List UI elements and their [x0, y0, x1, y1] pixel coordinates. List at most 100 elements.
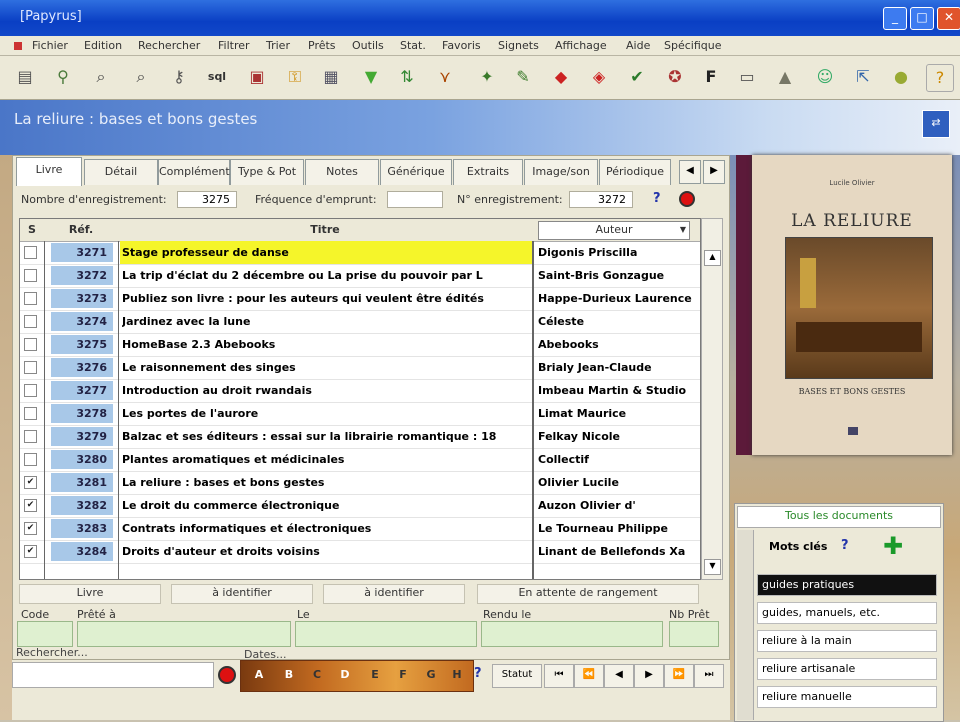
lock-icon[interactable]: ⚿ — [282, 64, 308, 90]
eraser-icon[interactable]: ◆ — [548, 64, 574, 90]
assistant-icon[interactable]: ● — [888, 64, 914, 90]
funnel-icon[interactable]: ▼ — [358, 64, 384, 90]
col-header-titre[interactable]: Titre — [118, 219, 533, 242]
menu-rechercher[interactable]: Rechercher — [138, 39, 200, 52]
users-icon[interactable]: ☺ — [812, 64, 838, 90]
font-icon[interactable]: F — [698, 64, 724, 90]
tab-livre[interactable]: Livre — [16, 157, 82, 186]
minimize-button[interactable]: _ — [883, 7, 907, 30]
add-keyword-icon[interactable]: ✚ — [883, 532, 903, 560]
record-icon[interactable] — [679, 191, 695, 207]
stats-icon[interactable]: ▲ — [772, 64, 798, 90]
tab-scroll-right[interactable]: ▶ — [703, 160, 725, 184]
tab-type-pot[interactable]: Type & Pot — [230, 159, 304, 185]
table-row[interactable]: 3273 Publiez son livre : pour les auteurs… — [20, 287, 700, 311]
sql-icon[interactable]: sql — [204, 64, 230, 90]
find-icon[interactable]: ✦ — [474, 64, 500, 90]
row-checkbox[interactable]: ✔ — [24, 545, 37, 558]
table-row[interactable]: ✔ 3283 Contrats informatiques et électroni… — [20, 517, 700, 541]
table-row[interactable]: 3275 HomeBase 2.3 Abebooks Abebooks — [20, 333, 700, 357]
status-livre[interactable]: Livre — [19, 584, 161, 604]
help-icon[interactable]: ? — [926, 64, 954, 92]
book-icon[interactable]: ▤ — [12, 64, 38, 90]
banner-toggle-button[interactable]: ⇄ — [922, 110, 950, 138]
menu-affichage[interactable]: Affichage — [555, 39, 607, 52]
tab-generique[interactable]: Générique — [380, 159, 452, 185]
rendu-le-field[interactable] — [481, 621, 663, 647]
all-documents-button[interactable]: Tous les documents — [737, 506, 941, 528]
maximize-button[interactable]: □ — [910, 7, 934, 30]
tab-extraits[interactable]: Extraits — [453, 159, 523, 185]
table-row[interactable]: 3279 Balzac et ses éditeurs : essai sur l… — [20, 425, 700, 449]
menu-specifique[interactable]: Spécifique — [664, 39, 722, 52]
table-row[interactable]: 3277 Introduction au droit rwandais Imbeau… — [20, 379, 700, 403]
printer-icon[interactable]: ▣ — [244, 64, 270, 90]
search-input[interactable] — [12, 662, 214, 688]
table-row[interactable]: ✔ 3281 La reliure : bases et bons gestes Ol… — [20, 471, 700, 495]
col-header-ref[interactable]: Réf. — [44, 219, 119, 242]
auteur-dropdown[interactable]: Auteur ▼ — [538, 221, 690, 240]
key-icon[interactable]: ⚷ — [166, 64, 192, 90]
tab-scroll-left[interactable]: ◀ — [679, 160, 701, 184]
code-field[interactable] — [17, 621, 73, 647]
menu-filtrer[interactable]: Filtrer — [218, 39, 250, 52]
row-checkbox[interactable] — [24, 384, 37, 397]
status-a-identifier-1[interactable]: à identifier — [171, 584, 313, 604]
keyword-item[interactable]: guides pratiques — [757, 574, 937, 596]
binoculars-icon[interactable]: ⚲ — [50, 64, 76, 90]
next-page-button[interactable]: ⏩ — [664, 664, 694, 688]
row-checkbox[interactable]: ✔ — [24, 476, 37, 489]
row-checkbox[interactable]: ✔ — [24, 499, 37, 512]
help-icon[interactable]: ? — [653, 191, 661, 206]
run-icon[interactable]: ✪ — [662, 64, 688, 90]
keyword-item[interactable]: reliure manuelle — [757, 686, 937, 708]
row-checkbox[interactable]: ✔ — [24, 522, 37, 535]
menu-prets[interactable]: Prêts — [308, 39, 336, 52]
tab-complement[interactable]: Complément — [158, 159, 230, 185]
menu-edition[interactable]: Edition — [84, 39, 122, 52]
last-record-button[interactable]: ⏭ — [694, 664, 724, 688]
row-checkbox[interactable] — [24, 453, 37, 466]
grid-scrollbar[interactable]: ▲ ▼ — [701, 218, 723, 580]
row-checkbox[interactable] — [24, 269, 37, 282]
status-a-identifier-2[interactable]: à identifier — [323, 584, 465, 604]
tab-notes[interactable]: Notes — [305, 159, 379, 185]
table-row[interactable]: ✔ 3282 Le droit du commerce électronique Au… — [20, 494, 700, 518]
row-checkbox[interactable] — [24, 430, 37, 443]
row-checkbox[interactable] — [24, 407, 37, 420]
check-icon[interactable]: ✔ — [624, 64, 650, 90]
menu-aide[interactable]: Aide — [626, 39, 650, 52]
menu-stat[interactable]: Stat. — [400, 39, 426, 52]
prete-a-field[interactable] — [77, 621, 291, 647]
zoom-icon[interactable]: ⌕ — [128, 64, 154, 90]
menu-fichier[interactable]: Fichier — [32, 39, 68, 52]
table-row[interactable]: 3271 Stage professeur de danse Digonis Pri… — [20, 241, 700, 265]
le-field[interactable] — [295, 621, 477, 647]
row-checkbox[interactable] — [24, 315, 37, 328]
search-icon[interactable]: ⌕ — [88, 64, 114, 90]
nb-pret-field[interactable] — [669, 621, 719, 647]
keyword-item[interactable]: guides, manuels, etc. — [757, 602, 937, 624]
row-checkbox[interactable] — [24, 292, 37, 305]
table-row[interactable]: 3274 Jardinez avec la lune Céleste — [20, 310, 700, 334]
prev-record-button[interactable]: ◀ — [604, 664, 634, 688]
col-header-auteur[interactable]: Auteur ▼ — [532, 219, 700, 242]
table-row[interactable]: 3276 Le raisonnement des singes Brialy Jea… — [20, 356, 700, 380]
table-row[interactable]: 3278 Les portes de l'aurore Limat Maurice — [20, 402, 700, 426]
close-button[interactable]: ✕ — [937, 7, 960, 30]
statut-button[interactable]: Statut — [492, 664, 542, 688]
table-row[interactable]: 3272 La trip d'éclat du 2 décembre ou La … — [20, 264, 700, 288]
table-row[interactable]: ✔ 3284 Droits d'auteur et droits voisins Li… — [20, 540, 700, 564]
tab-image-son[interactable]: Image/son — [524, 159, 598, 185]
menu-signets[interactable]: Signets — [498, 39, 539, 52]
letter-h[interactable]: H — [439, 665, 475, 685]
tab-detail[interactable]: Détail — [84, 159, 158, 185]
scroll-down-arrow[interactable]: ▼ — [704, 559, 721, 575]
menu-favoris[interactable]: Favoris — [442, 39, 481, 52]
status-attente-rangement[interactable]: En attente de rangement — [477, 584, 699, 604]
filter-icon[interactable]: ▦ — [318, 64, 344, 90]
tools-icon[interactable]: ✎ — [510, 64, 536, 90]
export-icon[interactable]: ⇱ — [850, 64, 876, 90]
col-header-s[interactable]: S — [20, 219, 45, 242]
scroll-up-arrow[interactable]: ▲ — [704, 250, 721, 266]
